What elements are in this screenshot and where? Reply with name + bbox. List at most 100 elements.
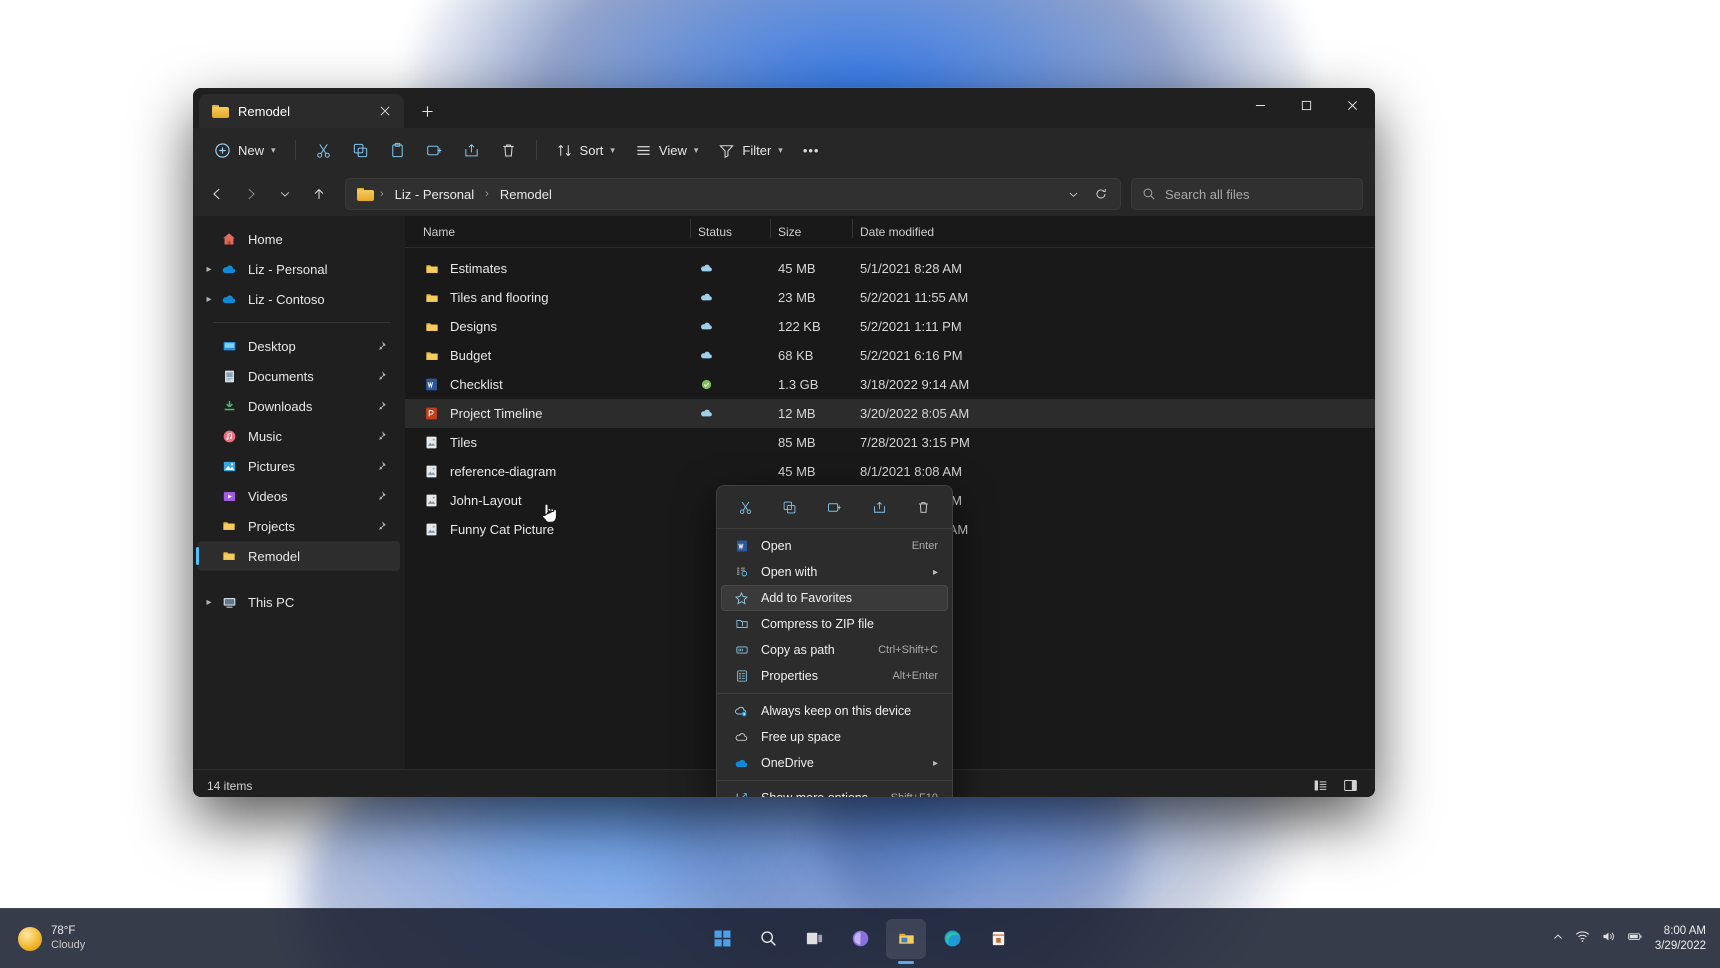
recent-locations-button[interactable] [269, 178, 301, 210]
paste-button[interactable] [380, 134, 415, 166]
table-row[interactable]: Estimates 45 MB 5/1/2021 8:28 AM [405, 254, 1375, 283]
menu-item-show-more-options[interactable]: Show more options Shift+F10 [721, 785, 948, 797]
close-button[interactable] [1329, 88, 1375, 122]
up-button[interactable] [303, 178, 335, 210]
pin-icon[interactable] [378, 519, 390, 534]
start-button[interactable] [702, 919, 742, 959]
table-row[interactable]: Tiles and flooring 23 MB 5/2/2021 11:55 … [405, 283, 1375, 312]
copy-button[interactable] [343, 134, 378, 166]
table-row[interactable]: Tiles 85 MB 7/28/2021 3:15 PM [405, 428, 1375, 457]
maximize-button[interactable] [1283, 88, 1329, 122]
pin-icon[interactable] [378, 459, 390, 474]
search-button[interactable] [748, 919, 788, 959]
chevron-right-icon[interactable]: ▸ [198, 597, 220, 608]
details-view-icon[interactable] [1309, 776, 1331, 796]
sidebar-item-remodel[interactable]: Remodel [196, 541, 400, 571]
pin-icon[interactable] [378, 399, 390, 414]
folder-icon [423, 289, 440, 306]
search-box[interactable]: Search all files [1131, 178, 1363, 210]
chevron-up-icon[interactable] [1552, 930, 1564, 948]
cut-button[interactable] [306, 134, 341, 166]
column-header-size[interactable]: Size [770, 218, 852, 239]
table-row[interactable]: reference-diagram 45 MB 8/1/2021 8:08 AM [405, 457, 1375, 486]
menu-item-copy-as-path[interactable]: Copy as path Ctrl+Shift+C [721, 637, 948, 663]
menu-item-properties[interactable]: Properties Alt+Enter [721, 663, 948, 689]
sidebar-item-videos[interactable]: Videos [198, 481, 400, 511]
sort-button[interactable]: Sort ▾ [547, 134, 624, 166]
clock[interactable]: 8:00 AM 3/29/2022 [1655, 924, 1706, 954]
menu-item-onedrive[interactable]: OneDrive ▸ [721, 750, 948, 776]
file-name: Tiles and flooring [450, 290, 549, 305]
search-input[interactable]: Search all files [1165, 187, 1250, 202]
new-tab-button[interactable] [412, 96, 442, 126]
breadcrumb-item-1[interactable]: Remodel [495, 185, 557, 204]
breadcrumb[interactable]: › Liz - Personal › Remodel [345, 178, 1121, 210]
pin-icon[interactable] [378, 339, 390, 354]
pin-icon[interactable] [378, 489, 390, 504]
wifi-icon[interactable] [1575, 929, 1590, 949]
file-explorer-window: Remodel New ▾ Sort ▾ View ▾ Filter ▾ •••… [193, 88, 1375, 797]
task-view-button[interactable] [794, 919, 834, 959]
sidebar-item-desktop[interactable]: Desktop [198, 331, 400, 361]
menu-item-add-to-favorites[interactable]: Add to Favorites [721, 585, 948, 611]
filter-button[interactable]: Filter ▾ [709, 134, 791, 166]
pin-icon[interactable] [378, 369, 390, 384]
sidebar-item-downloads[interactable]: Downloads [198, 391, 400, 421]
delete-button[interactable] [491, 134, 526, 166]
sidebar-item-this-pc[interactable]: ▸ This PC [198, 587, 400, 617]
more-options-button[interactable]: ••• [794, 134, 829, 166]
column-header-status[interactable]: Status [690, 218, 770, 239]
edge-button[interactable] [932, 919, 972, 959]
table-row[interactable]: Project Timeline 12 MB 3/20/2022 8:05 AM [405, 399, 1375, 428]
table-row[interactable]: Checklist 1.3 GB 3/18/2022 9:14 AM [405, 370, 1375, 399]
forward-button[interactable] [235, 178, 267, 210]
delete-button[interactable] [908, 493, 940, 521]
clipboard-icon [389, 142, 406, 159]
weather-widget[interactable]: 78°F Cloudy [0, 924, 85, 952]
rename-button[interactable] [818, 493, 850, 521]
table-row[interactable]: Designs 122 KB 5/2/2021 1:11 PM [405, 312, 1375, 341]
breadcrumb-item-0[interactable]: Liz - Personal [390, 185, 479, 204]
share-button[interactable] [863, 493, 895, 521]
view-button[interactable]: View ▾ [626, 134, 707, 166]
menu-item-open-with[interactable]: Open with ▸ [721, 559, 948, 585]
menu-item-compress-to-zip[interactable]: Compress to ZIP file [721, 611, 948, 637]
column-header-date[interactable]: Date modified [852, 218, 1017, 239]
pin-icon[interactable] [378, 429, 390, 444]
share-button[interactable] [454, 134, 489, 166]
copypath-icon [733, 642, 750, 659]
menu-item-always-keep-on-device[interactable]: Always keep on this device [721, 698, 948, 724]
tab-remodel[interactable]: Remodel [199, 94, 404, 128]
refresh-icon[interactable] [1088, 181, 1114, 207]
sidebar-item-home[interactable]: Home [198, 224, 400, 254]
breadcrumb-dropdown-icon[interactable] [1060, 181, 1086, 207]
copy-button[interactable] [774, 493, 806, 521]
pane-view-icon[interactable] [1339, 776, 1361, 796]
menu-item-open[interactable]: Open Enter [721, 533, 948, 559]
new-button[interactable]: New ▾ [205, 134, 285, 166]
microsoft-store-button[interactable] [978, 919, 1018, 959]
volume-icon[interactable] [1601, 929, 1616, 949]
sun-icon [18, 926, 42, 951]
menu-item-free-up-space[interactable]: Free up space [721, 724, 948, 750]
chevron-right-icon[interactable]: ▸ [198, 264, 220, 275]
file-explorer-button[interactable] [886, 918, 926, 959]
sidebar-item-liz-contoso[interactable]: ▸ Liz - Contoso [198, 284, 400, 314]
sidebar-item-liz-personal[interactable]: ▸ Liz - Personal [198, 254, 400, 284]
status-cell [690, 376, 770, 393]
widgets-button[interactable] [840, 919, 880, 959]
chevron-right-icon[interactable]: ▸ [198, 294, 220, 305]
sidebar-item-documents[interactable]: Documents [198, 361, 400, 391]
back-button[interactable] [201, 178, 233, 210]
sidebar-item-music[interactable]: Music [198, 421, 400, 451]
battery-icon[interactable] [1627, 929, 1643, 949]
sidebar-item-projects[interactable]: Projects [198, 511, 400, 541]
tab-close-icon[interactable] [374, 100, 396, 122]
status-cell [690, 318, 770, 335]
rename-button[interactable] [417, 134, 452, 166]
sidebar-item-pictures[interactable]: Pictures [198, 451, 400, 481]
cut-button[interactable] [729, 493, 761, 521]
minimize-button[interactable] [1237, 88, 1283, 122]
table-row[interactable]: Budget 68 KB 5/2/2021 6:16 PM [405, 341, 1375, 370]
column-header-name[interactable]: Name [415, 225, 690, 239]
